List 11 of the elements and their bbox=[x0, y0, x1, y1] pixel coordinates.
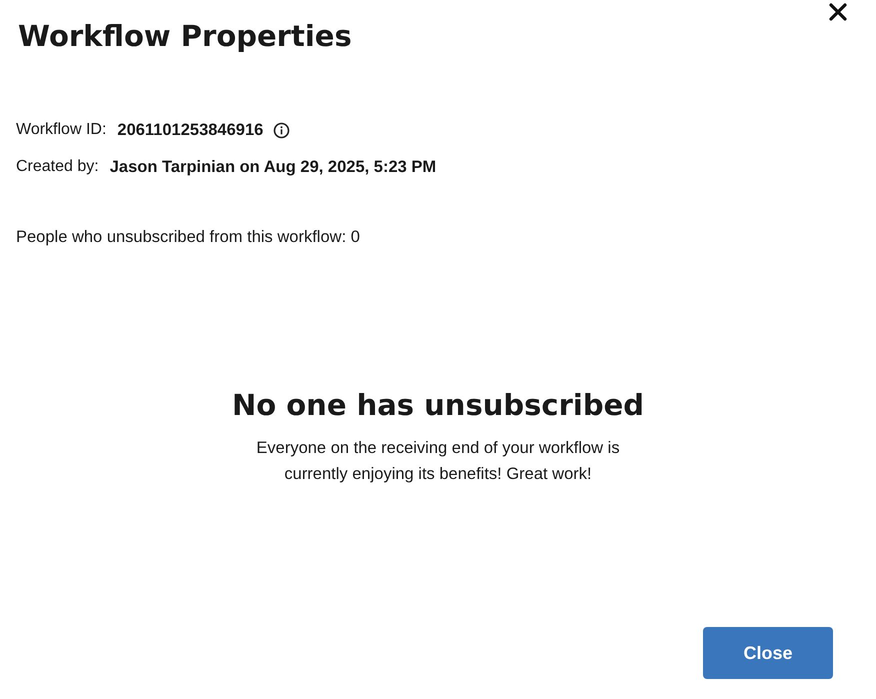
close-icon[interactable] bbox=[829, 3, 847, 21]
detail-value: Jason Tarpinian on Aug 29, 2025, 5:23 PM bbox=[110, 158, 436, 176]
close-button[interactable]: Close bbox=[703, 627, 833, 679]
empty-state-message: Everyone on the receiving end of your workflow is currently enjoying its benefits! Great work! bbox=[256, 438, 620, 485]
dialog-title: Workflow Properties bbox=[18, 18, 353, 55]
unsubscribed-summary: People who unsubscribed from this workflow: 0 bbox=[16, 228, 361, 247]
detail-value: 2061101253846916 bbox=[117, 120, 264, 140]
empty-state-heading: No one has unsubscribed bbox=[232, 387, 644, 424]
detail-label: Created by: bbox=[16, 158, 99, 176]
detail-label: Workflow ID: bbox=[16, 121, 106, 139]
info-icon[interactable] bbox=[273, 122, 290, 138]
